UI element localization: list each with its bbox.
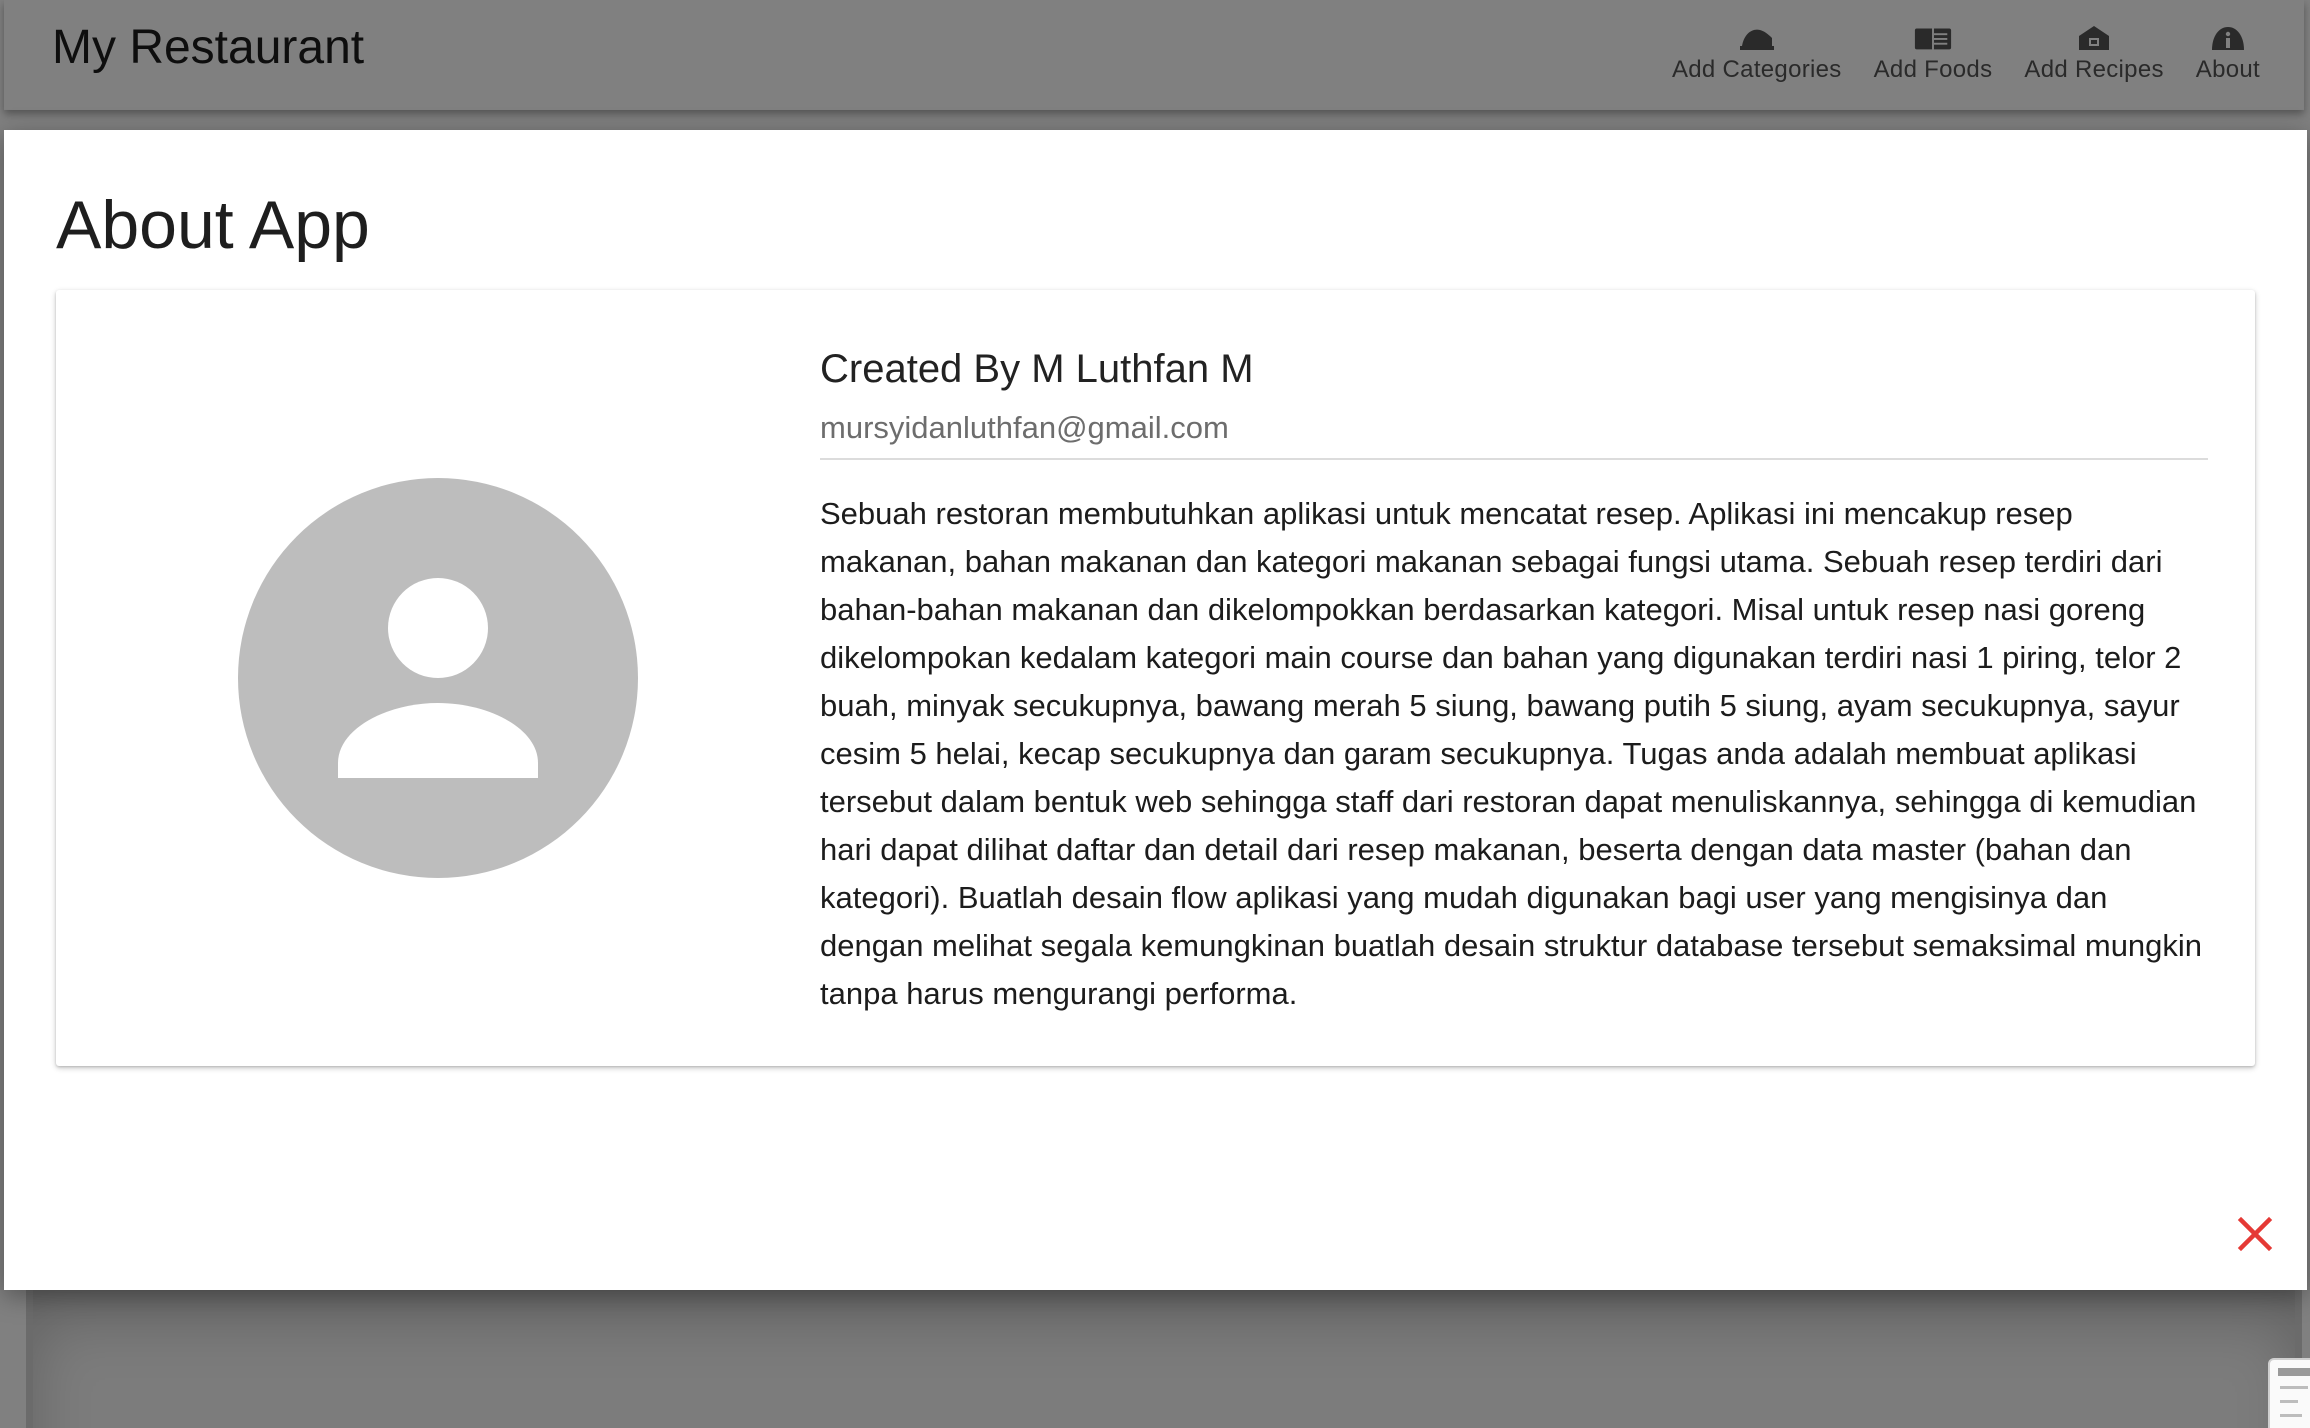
creator-name: Created By M Luthfan M bbox=[820, 347, 1254, 391]
about-card: Created By M Luthfan M mursyidanluthfan@… bbox=[56, 290, 2255, 1066]
page-thumbnail-preview[interactable] bbox=[2268, 1358, 2310, 1428]
avatar bbox=[238, 478, 638, 878]
close-button[interactable] bbox=[2235, 1214, 2275, 1254]
nav-item-label: Add Foods bbox=[1873, 56, 1993, 83]
creator-email: mursyidanluthfan@gmail.com bbox=[820, 408, 2208, 460]
nav-item-label: Add Recipes bbox=[2024, 56, 2164, 83]
app-description: Sebuah restoran membutuhkan aplikasi unt… bbox=[820, 496, 2203, 1011]
top-navbar: My Restaurant Add Categories Add Foods A… bbox=[4, 0, 2304, 110]
about-modal: About App Created By M Luthfan M mursyid… bbox=[4, 130, 2307, 1290]
modal-title: About App bbox=[56, 187, 370, 263]
nav-item-add-categories[interactable]: Add Categories bbox=[1656, 22, 1858, 84]
background-page-frame bbox=[26, 1290, 2302, 1428]
nav-item-add-foods[interactable]: Add Foods bbox=[1858, 22, 2009, 84]
nav-item-add-recipes[interactable]: Add Recipes bbox=[2008, 22, 2179, 84]
categories-icon bbox=[1737, 22, 1777, 54]
thumbnail-line bbox=[2280, 1400, 2298, 1403]
brand-title[interactable]: My Restaurant bbox=[52, 18, 364, 78]
about-info: Created By M Luthfan M mursyidanluthfan@… bbox=[820, 344, 2208, 1018]
nav-item-about[interactable]: About bbox=[2180, 22, 2276, 84]
thumbnail-header bbox=[2278, 1368, 2310, 1376]
nav-item-label: Add Categories bbox=[1671, 56, 1842, 83]
person-icon bbox=[238, 478, 638, 878]
nav-menu: Add Categories Add Foods Add Recipes Abo… bbox=[1656, 22, 2276, 84]
store-icon bbox=[2074, 22, 2114, 54]
page: My Restaurant Add Categories Add Foods A… bbox=[0, 0, 2310, 1428]
thumbnail-line bbox=[2280, 1414, 2302, 1417]
info-icon bbox=[2208, 22, 2248, 54]
close-icon bbox=[2237, 1216, 2273, 1252]
book-icon bbox=[1913, 22, 1953, 54]
nav-item-label: About bbox=[2195, 56, 2260, 83]
thumbnail-line bbox=[2280, 1386, 2308, 1389]
